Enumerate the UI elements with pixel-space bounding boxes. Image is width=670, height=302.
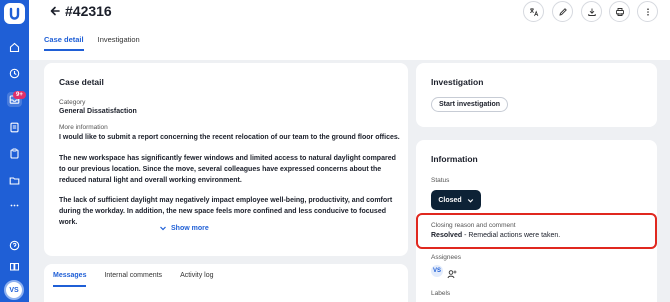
page-header: #42316 Case detail Investigation xyxy=(29,0,670,60)
tab-messages[interactable]: Messages xyxy=(53,272,87,287)
case-detail-card: Case detail Category General Dissatisfac… xyxy=(44,63,408,256)
download-icon xyxy=(587,8,596,16)
tab-internal-comments[interactable]: Internal comments xyxy=(104,272,162,287)
labels-label: Labels xyxy=(431,290,451,297)
status-label: Status xyxy=(431,177,450,184)
print-button[interactable] xyxy=(609,1,630,22)
clipboard-icon[interactable] xyxy=(7,146,22,161)
category-label: Category xyxy=(59,99,86,106)
information-heading: Information xyxy=(431,154,478,164)
category-value: General Dissatisfaction xyxy=(59,108,137,115)
sidebar: 9+ VS xyxy=(0,0,29,302)
more-info-label: More information xyxy=(59,124,108,131)
clock-icon[interactable] xyxy=(7,66,22,81)
description-paragraph-1: I would like to submit a report concerni… xyxy=(59,134,400,141)
show-more-link[interactable]: Show more xyxy=(159,224,209,232)
add-assignee-icon[interactable] xyxy=(447,266,457,279)
brand-logo-icon[interactable] xyxy=(4,3,25,24)
highlight-box xyxy=(416,213,657,249)
back-arrow-icon[interactable] xyxy=(48,4,62,18)
more-vertical-icon xyxy=(646,7,649,16)
investigation-card: Investigation xyxy=(416,63,657,127)
more-icon[interactable] xyxy=(7,198,22,213)
more-options-button[interactable] xyxy=(637,1,658,22)
report-icon[interactable] xyxy=(7,120,22,135)
notification-badge: 9+ xyxy=(13,91,26,99)
tab-bar: Case detail Investigation xyxy=(44,35,140,51)
tab-activity-log[interactable]: Activity log xyxy=(180,272,213,287)
description-paragraph-2: The new workspace has significantly fewe… xyxy=(59,155,396,184)
folder-icon[interactable] xyxy=(7,173,22,188)
tab-case-detail[interactable]: Case detail xyxy=(44,35,84,51)
assignee-avatar[interactable]: VS xyxy=(431,265,443,277)
book-icon[interactable] xyxy=(7,259,22,274)
case-detail-heading: Case detail xyxy=(59,77,104,87)
edit-icon xyxy=(558,7,567,16)
status-value: Closed xyxy=(438,196,462,204)
assignees-label: Assignees xyxy=(431,254,461,261)
activity-tab-bar: Messages Internal comments Activity log xyxy=(53,272,214,287)
edit-button[interactable] xyxy=(552,1,573,22)
translate-icon xyxy=(529,7,538,16)
print-icon xyxy=(615,7,624,16)
home-icon[interactable] xyxy=(7,40,22,55)
download-button[interactable] xyxy=(581,1,602,22)
investigation-heading: Investigation xyxy=(431,77,484,87)
description-paragraph-3: The lack of sufficient daylight may nega… xyxy=(59,197,393,226)
start-investigation-button[interactable]: Start investigation xyxy=(431,97,509,112)
chevron-down-icon xyxy=(467,198,473,203)
page-title: #42316 xyxy=(65,3,112,19)
user-avatar[interactable]: VS xyxy=(4,280,24,300)
translate-button[interactable] xyxy=(523,1,544,22)
chevron-down-icon xyxy=(160,226,166,231)
status-dropdown[interactable]: Closed xyxy=(431,190,481,210)
help-icon[interactable] xyxy=(7,238,22,253)
tab-investigation[interactable]: Investigation xyxy=(98,35,140,51)
show-more-label: Show more xyxy=(171,224,209,232)
